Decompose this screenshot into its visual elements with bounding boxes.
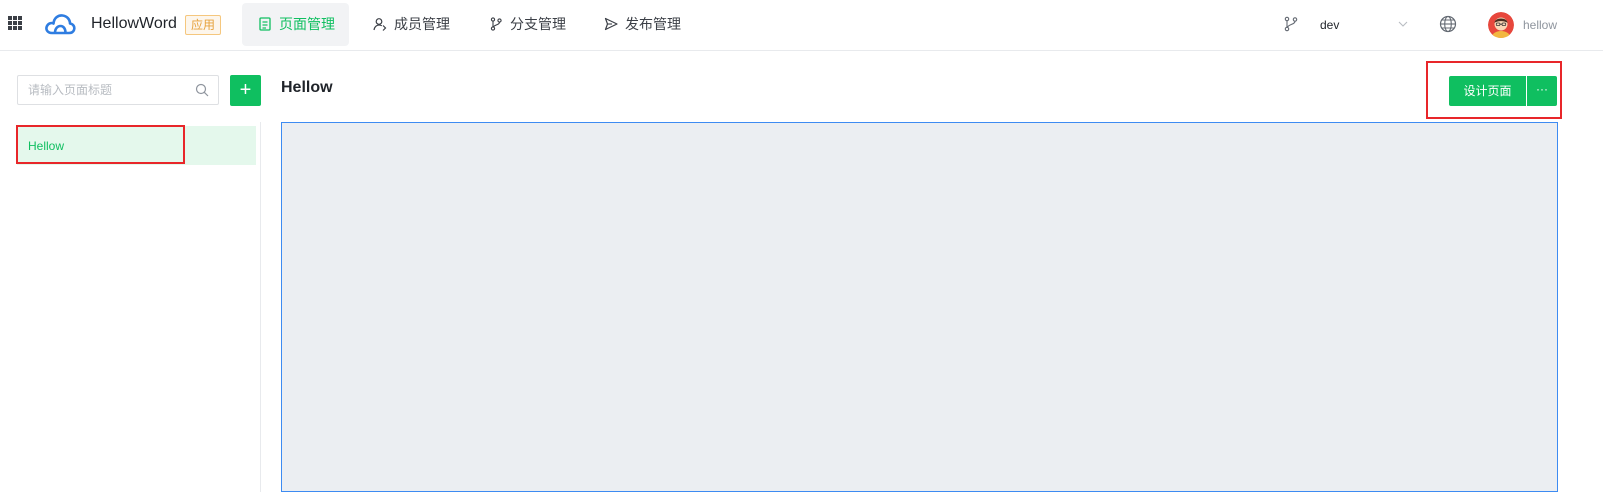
tab-page-management[interactable]: 页面管理 [242,3,349,46]
page-icon [259,17,271,31]
avatar-image [1488,12,1514,38]
tab-publish-management[interactable]: 发布管理 [588,3,697,46]
members-icon [373,17,387,31]
user-avatar[interactable] [1488,12,1514,38]
app-name: HellowWord [91,15,177,32]
page-list-item[interactable]: Hellow [17,126,256,165]
git-branch-icon [1284,16,1298,32]
globe-icon[interactable] [1439,15,1457,33]
tab-label: 页面管理 [279,16,335,32]
tab-member-management[interactable]: 成员管理 [357,3,466,46]
add-page-button[interactable]: + [230,75,261,106]
page-title: Hellow [281,79,333,96]
branch-select[interactable]: dev [1320,10,1416,40]
tab-label: 发布管理 [625,16,681,32]
chevron-down-icon [1398,21,1408,27]
design-page-button[interactable]: 设计页面 [1449,76,1526,106]
more-actions-button[interactable]: ··· [1527,76,1557,106]
publish-icon [604,17,618,30]
tab-label: 成员管理 [394,16,450,32]
top-navbar: HellowWord 应用 页面管理 成员管理 分支管理 发布管理 dev he… [0,0,1603,51]
cloud-logo-icon [45,14,76,35]
app-grid-icon[interactable] [8,16,22,30]
branch-value: dev [1320,18,1340,32]
page-search-input[interactable] [18,76,198,104]
app-type-badge: 应用 [185,15,222,35]
search-icon[interactable] [195,83,209,97]
tab-label: 分支管理 [510,16,566,32]
branch-icon [490,17,502,31]
tab-branch-management[interactable]: 分支管理 [473,3,582,46]
page-preview-canvas[interactable] [281,122,1558,492]
page-list-item-label: Hellow [28,139,65,153]
page-search-box [17,75,219,105]
panel-divider [260,122,261,492]
username[interactable]: hellow [1523,18,1557,32]
